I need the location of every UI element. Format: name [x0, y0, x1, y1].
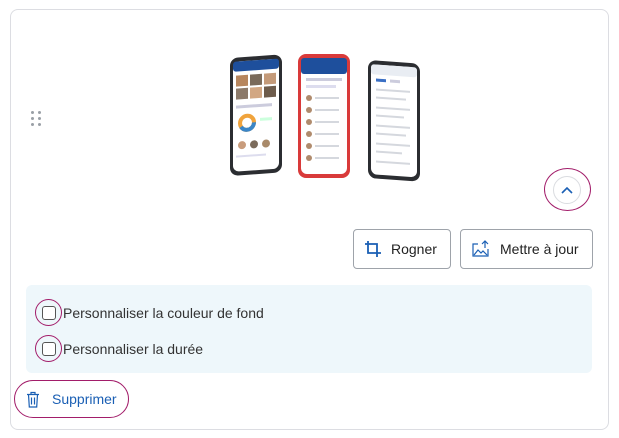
update-image-button[interactable]: Mettre à jour	[460, 229, 593, 269]
collapse-button[interactable]	[553, 176, 581, 204]
background-color-checkbox[interactable]	[41, 305, 56, 320]
focus-highlight-ring	[35, 299, 62, 326]
chevron-up-icon	[561, 186, 573, 194]
preview-image	[230, 54, 420, 182]
background-color-label: Personnaliser la couleur de fond	[63, 304, 264, 321]
options-panel: Personnaliser la couleur de fond Personn…	[26, 285, 592, 373]
update-button-label: Mettre à jour	[500, 241, 579, 257]
crop-button[interactable]: Rogner	[353, 229, 451, 269]
duration-label: Personnaliser la durée	[63, 340, 204, 357]
crop-icon	[365, 241, 381, 257]
delete-button-label: Supprimer	[52, 391, 117, 407]
trash-icon	[27, 391, 39, 408]
drag-handle-icon[interactable]	[31, 111, 41, 127]
image-upload-icon	[472, 240, 489, 257]
crop-button-label: Rogner	[391, 241, 437, 257]
duration-checkbox[interactable]	[41, 341, 56, 356]
focus-highlight-ring	[35, 335, 62, 362]
background-color-option[interactable]: Personnaliser la couleur de fond	[35, 299, 264, 326]
duration-option[interactable]: Personnaliser la durée	[35, 335, 204, 362]
delete-button[interactable]: Supprimer	[26, 388, 117, 410]
